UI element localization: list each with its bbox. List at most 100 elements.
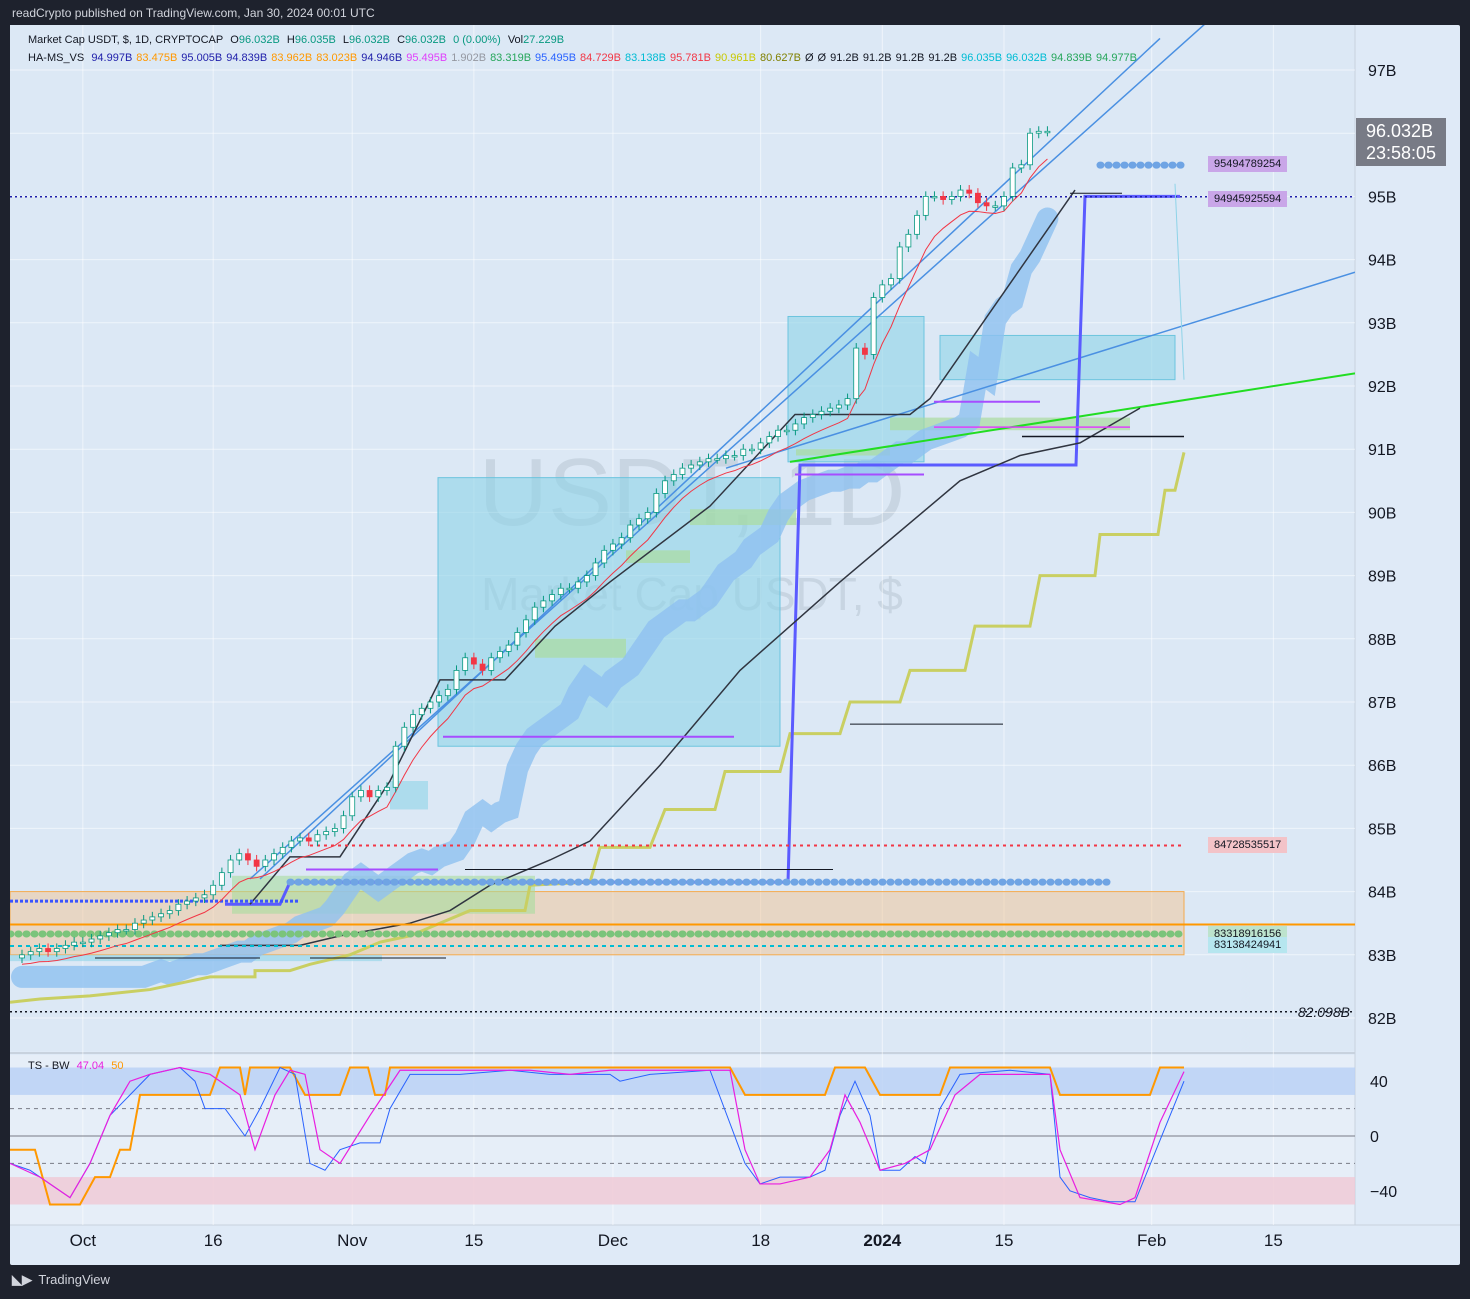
candle-body	[975, 192, 981, 204]
candle-body	[340, 815, 347, 829]
x-tick-label: Oct	[70, 1231, 97, 1250]
candle-body	[436, 695, 443, 703]
candle-body	[940, 195, 947, 200]
candle-body	[62, 944, 69, 949]
osc-tick-label: −40	[1370, 1184, 1397, 1201]
candle-body	[1027, 132, 1033, 166]
candle-body	[323, 831, 330, 836]
legend-high: 96.035B	[294, 34, 336, 46]
y-tick-label: 95B	[1368, 189, 1396, 206]
indicator-value: 94.839B	[226, 52, 268, 64]
candle-body	[236, 853, 243, 861]
time-axis[interactable]: Oct 16 Nov 15 Dec 18 2024 15 Feb 15	[70, 1231, 1283, 1250]
candle-body	[514, 632, 521, 646]
candle-body	[45, 948, 51, 953]
low-line-label: 82.098B	[1298, 1004, 1350, 1020]
y-tick-label: 97B	[1368, 63, 1396, 80]
level-label: 95494789254	[1208, 156, 1288, 173]
x-tick-label: 16	[204, 1231, 223, 1250]
candle-body	[931, 195, 938, 199]
candle-body	[479, 663, 486, 671]
candle-body	[557, 587, 564, 595]
indicator-name: HA-MS_VS	[28, 52, 85, 64]
candle-body	[827, 407, 834, 412]
indicator-value: 91.2B	[862, 52, 892, 64]
candle-body	[670, 474, 677, 482]
candle-body	[71, 941, 78, 946]
indicator-value: 94.997B	[91, 52, 133, 64]
x-tick-label: 2024	[863, 1231, 901, 1250]
candle-body	[79, 941, 86, 945]
candle-body	[384, 786, 390, 791]
candle-body	[106, 932, 112, 937]
y-tick-label: 83B	[1368, 948, 1396, 965]
last-price-value: 96.032B	[1366, 121, 1434, 141]
candle-body	[792, 423, 799, 431]
candle-body	[192, 897, 199, 902]
indicator-value: 83.962B	[271, 52, 313, 64]
legend-volume: 27.229B	[523, 34, 565, 46]
zone-box-green	[535, 638, 626, 658]
candle-body	[497, 651, 503, 659]
candle-body	[592, 562, 599, 577]
candle-body	[245, 853, 251, 861]
chart-canvas[interactable]: USDT, 1D Market Cap USDT, $ 97B96B95B94B…	[10, 25, 1460, 1265]
candle-body	[123, 929, 130, 932]
indicator-value: 83.138B	[625, 52, 666, 64]
level-label: 84728535517	[1208, 836, 1288, 853]
indicator-value: 83.475B	[136, 52, 178, 64]
candle-body	[114, 929, 121, 934]
candle-body	[992, 205, 999, 208]
candle-body	[610, 543, 616, 551]
candle-body	[218, 872, 225, 886]
candle-body	[888, 278, 894, 286]
candle-body	[1001, 195, 1007, 207]
indicator-value: 94.977B	[1096, 52, 1138, 64]
candle-body	[392, 745, 399, 788]
x-tick-label: 15	[995, 1231, 1014, 1250]
candle-body	[401, 726, 408, 747]
legend-main: Market Cap USDT, $, 1D, CRYPTOCAP O96.03…	[28, 34, 568, 46]
candle-body	[757, 442, 764, 450]
candle-body	[583, 575, 590, 583]
candle-body	[331, 828, 338, 832]
candle-body	[749, 448, 755, 452]
candle-body	[366, 790, 373, 798]
indicator-value: 95.005B	[181, 52, 223, 64]
candle-body	[210, 884, 217, 896]
candle-body	[896, 246, 903, 279]
candle-body	[922, 195, 929, 216]
indicator-value: 1.902B	[451, 52, 487, 64]
x-tick-label: Feb	[1137, 1231, 1166, 1250]
candle-body	[966, 189, 973, 194]
y-tick-label: 89B	[1368, 569, 1396, 586]
candle-body	[288, 840, 295, 848]
indicator-value: 91.2B	[928, 52, 958, 64]
candle-body	[818, 410, 825, 415]
candle-body	[1018, 164, 1025, 169]
candle-body	[531, 606, 538, 621]
legend-open: 96.032B	[238, 34, 280, 46]
y-tick-label: 84B	[1368, 885, 1396, 902]
candle-body	[88, 938, 95, 943]
tradingview-brand: TradingView	[38, 1272, 110, 1287]
candle-body	[636, 518, 642, 526]
candle-body	[783, 429, 790, 433]
level-label: 94945925594	[1208, 190, 1288, 207]
indicator-value: 94.946B	[361, 52, 403, 64]
candle-body	[201, 894, 208, 899]
candle-body	[305, 837, 312, 842]
y-tick-label: 82B	[1368, 1011, 1396, 1028]
chart-frame[interactable]: USDT, 1D Market Cap USDT, $ 97B96B95B94B…	[10, 25, 1460, 1265]
candle-body	[679, 467, 686, 475]
x-tick-label: 15	[1264, 1231, 1283, 1250]
candle-body	[279, 846, 286, 855]
candle-body	[575, 581, 582, 589]
legend-vol-label: Vol	[507, 34, 524, 46]
indicator-value: Ø	[804, 52, 814, 64]
x-tick-label: 18	[751, 1231, 770, 1250]
legend-indicator: HA-MS_VS 94.997B 83.475B 95.005B 94.839B 83.…	[28, 52, 1141, 64]
candle-body	[540, 600, 547, 608]
legend-oscillator: TS - BW 47.04 50	[28, 1060, 127, 1072]
y-tick-label: 93B	[1368, 316, 1396, 333]
